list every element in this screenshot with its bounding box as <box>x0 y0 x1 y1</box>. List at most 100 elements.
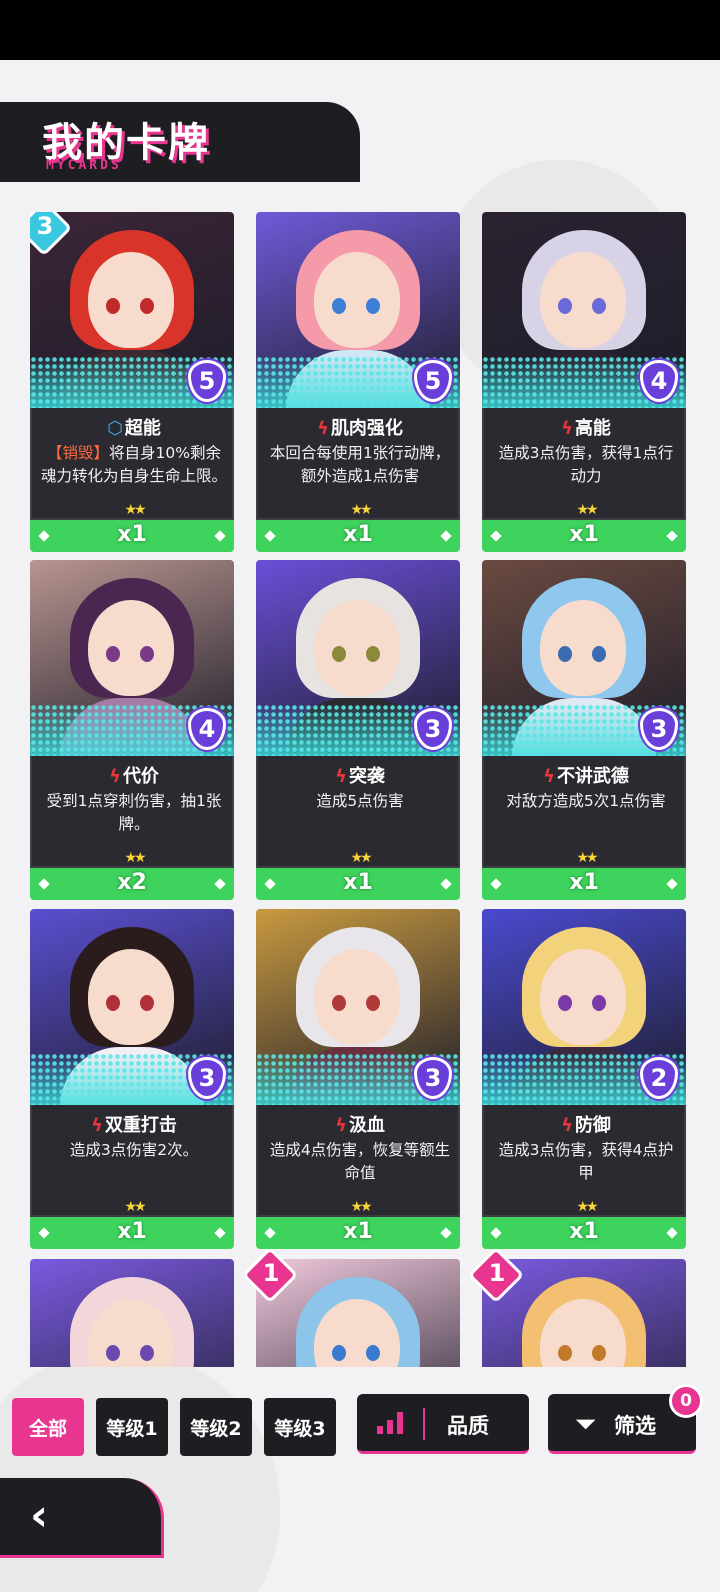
card-name: ⬡ 超能 <box>32 414 236 440</box>
card-count: x1 <box>343 870 373 895</box>
filter-level2-chip[interactable]: 等级2 <box>180 1398 252 1456</box>
filter-level1-chip[interactable]: 等级1 <box>96 1398 168 1456</box>
card-description-text: 造成5点伤害 <box>316 792 404 810</box>
star-rating: ★★ <box>576 1199 598 1215</box>
card-name-text: 双重打击 <box>104 1115 177 1136</box>
character-eye <box>592 995 606 1011</box>
card-count-bar: x1 <box>256 868 460 900</box>
card-description: 本回合每使用1张行动牌，额外造成1点伤害 <box>266 442 454 488</box>
card-name-text: 防御 <box>574 1115 611 1136</box>
character-eye <box>140 1345 154 1361</box>
funnel-icon: ⏷ <box>576 1410 596 1438</box>
card-count: x1 <box>569 522 599 547</box>
quality-label: 品质 <box>447 1414 489 1438</box>
card-name-text: 汲血 <box>348 1115 385 1136</box>
card-artwork: 4 <box>482 212 686 408</box>
character-face <box>88 949 174 1045</box>
card-name: ϟ 汲血 <box>258 1111 462 1137</box>
screen-label: 筛选 <box>614 1414 656 1438</box>
filter-bar: 全部 等级1 等级2 等级3 品质 ⏷ 筛选 0 <box>12 1384 712 1456</box>
card-count-bar: x1 <box>482 520 686 552</box>
character-eye <box>106 298 120 314</box>
star-rating: ★★ <box>124 1199 146 1215</box>
page-header: 我的卡牌 MYCARDS <box>0 102 360 182</box>
card-item[interactable] <box>30 1259 234 1367</box>
card-description-text: 造成4点伤害，恢复等额生命值 <box>269 1141 451 1182</box>
card-count: x1 <box>117 1219 147 1244</box>
star-rating: ★★ <box>350 1199 372 1215</box>
character-eye <box>106 646 120 662</box>
quality-sort-button[interactable]: 品质 <box>357 1394 529 1454</box>
character-eye <box>558 646 572 662</box>
card-item[interactable]: 5 3 ⬡ 超能 【销毁】将自身10%剩余魂力转化为自身生命上限。 ★★ x1 <box>30 212 234 554</box>
star-rating: ★★ <box>124 502 146 518</box>
card-name: ϟ 肌肉强化 <box>258 414 462 440</box>
card-item[interactable]: 3 ϟ 汲血 造成4点伤害，恢复等额生命值 ★★ x1 <box>256 909 460 1251</box>
card-item[interactable]: 3 ϟ 不讲武德 对敌方造成5次1点伤害 ★★ x1 <box>482 560 686 902</box>
card-name: ϟ 突袭 <box>258 762 462 788</box>
character-face <box>540 949 626 1045</box>
card-artwork: 3 <box>256 560 460 756</box>
shield-icon: ⬡ <box>107 418 123 439</box>
lightning-icon: ϟ <box>561 418 573 439</box>
filter-level3-chip[interactable]: 等级3 <box>264 1398 336 1456</box>
card-count: x1 <box>569 870 599 895</box>
lightning-icon: ϟ <box>543 766 555 787</box>
character-eye <box>106 995 120 1011</box>
card-name-text: 超能 <box>124 418 161 439</box>
filter-all-chip[interactable]: 全部 <box>12 1398 84 1456</box>
card-artwork <box>30 1259 234 1367</box>
card-description: 受到1点穿刺伤害，抽1张牌。 <box>40 790 228 836</box>
card-count-bar: x1 <box>256 1217 460 1249</box>
rank-number: 1 <box>488 1259 506 1287</box>
character-eye <box>366 995 380 1011</box>
card-item[interactable]: 5 ϟ 肌肉强化 本回合每使用1张行动牌，额外造成1点伤害 ★★ x1 <box>256 212 460 554</box>
lightning-icon: ϟ <box>335 1115 347 1136</box>
card-name: ϟ 代价 <box>32 762 236 788</box>
card-item[interactable]: 2 ϟ 防御 造成3点伤害，获得4点护甲 ★★ x1 <box>482 909 686 1251</box>
card-name-text: 不讲武德 <box>556 766 629 787</box>
character-eye <box>332 1345 346 1361</box>
star-rating: ★★ <box>576 850 598 866</box>
star-rating: ★★ <box>350 502 372 518</box>
card-info-panel: ϟ 不讲武德 对敌方造成5次1点伤害 ★★ <box>482 756 686 868</box>
character-eye <box>106 1345 120 1361</box>
card-artwork: 3 <box>30 909 234 1105</box>
card-artwork: 5 <box>256 212 460 408</box>
card-description-text: 受到1点穿刺伤害，抽1张牌。 <box>46 792 222 833</box>
card-item[interactable]: 1 <box>467 1246 686 1367</box>
character-eye <box>140 646 154 662</box>
card-description-text: 造成3点伤害2次。 <box>69 1141 199 1159</box>
character-eye <box>366 646 380 662</box>
card-item[interactable]: 3 ϟ 双重打击造成3点伤害2次。 ★★ x1 <box>30 909 234 1251</box>
card-count: x1 <box>117 522 147 547</box>
lightning-icon: ϟ <box>317 418 329 439</box>
card-count-bar: x1 <box>256 520 460 552</box>
card-count-bar: x1 <box>482 868 686 900</box>
card-artwork: 5 <box>30 212 234 408</box>
card-name: ϟ 双重打击 <box>32 1111 236 1137</box>
character-face <box>314 252 400 348</box>
card-count: x2 <box>117 870 147 895</box>
character-eye <box>332 298 346 314</box>
card-count-bar: x2 <box>30 868 234 900</box>
card-description: 造成3点伤害，获得4点护甲 <box>492 1139 680 1185</box>
card-item[interactable]: 4 ϟ 高能 造成3点伤害，获得1点行动力 ★★ x1 <box>482 212 686 554</box>
card-artwork: 2 <box>482 909 686 1105</box>
character-eye <box>366 1345 380 1361</box>
card-info-panel: ϟ 代价 受到1点穿刺伤害，抽1张牌。 ★★ <box>30 756 234 868</box>
card-count: x1 <box>343 522 373 547</box>
card-item[interactable]: 4 ϟ 代价 受到1点穿刺伤害，抽1张牌。 ★★ x2 <box>30 560 234 902</box>
card-info-panel: ϟ 肌肉强化 本回合每使用1张行动牌，额外造成1点伤害 ★★ <box>256 408 460 520</box>
back-button[interactable]: ‹ <box>0 1478 164 1558</box>
lightning-icon: ϟ <box>109 766 121 787</box>
character-eye <box>140 995 154 1011</box>
card-name-text: 代价 <box>122 766 159 787</box>
card-name-text: 突袭 <box>348 766 385 787</box>
card-item[interactable]: 3 ϟ 突袭 造成5点伤害 ★★ x1 <box>256 560 460 902</box>
card-item[interactable]: 1 <box>241 1246 460 1367</box>
card-name-text: 肌肉强化 <box>330 418 403 439</box>
card-count-bar: x1 <box>482 1217 686 1249</box>
card-name: ϟ 防御 <box>484 1111 688 1137</box>
character-face <box>314 949 400 1045</box>
